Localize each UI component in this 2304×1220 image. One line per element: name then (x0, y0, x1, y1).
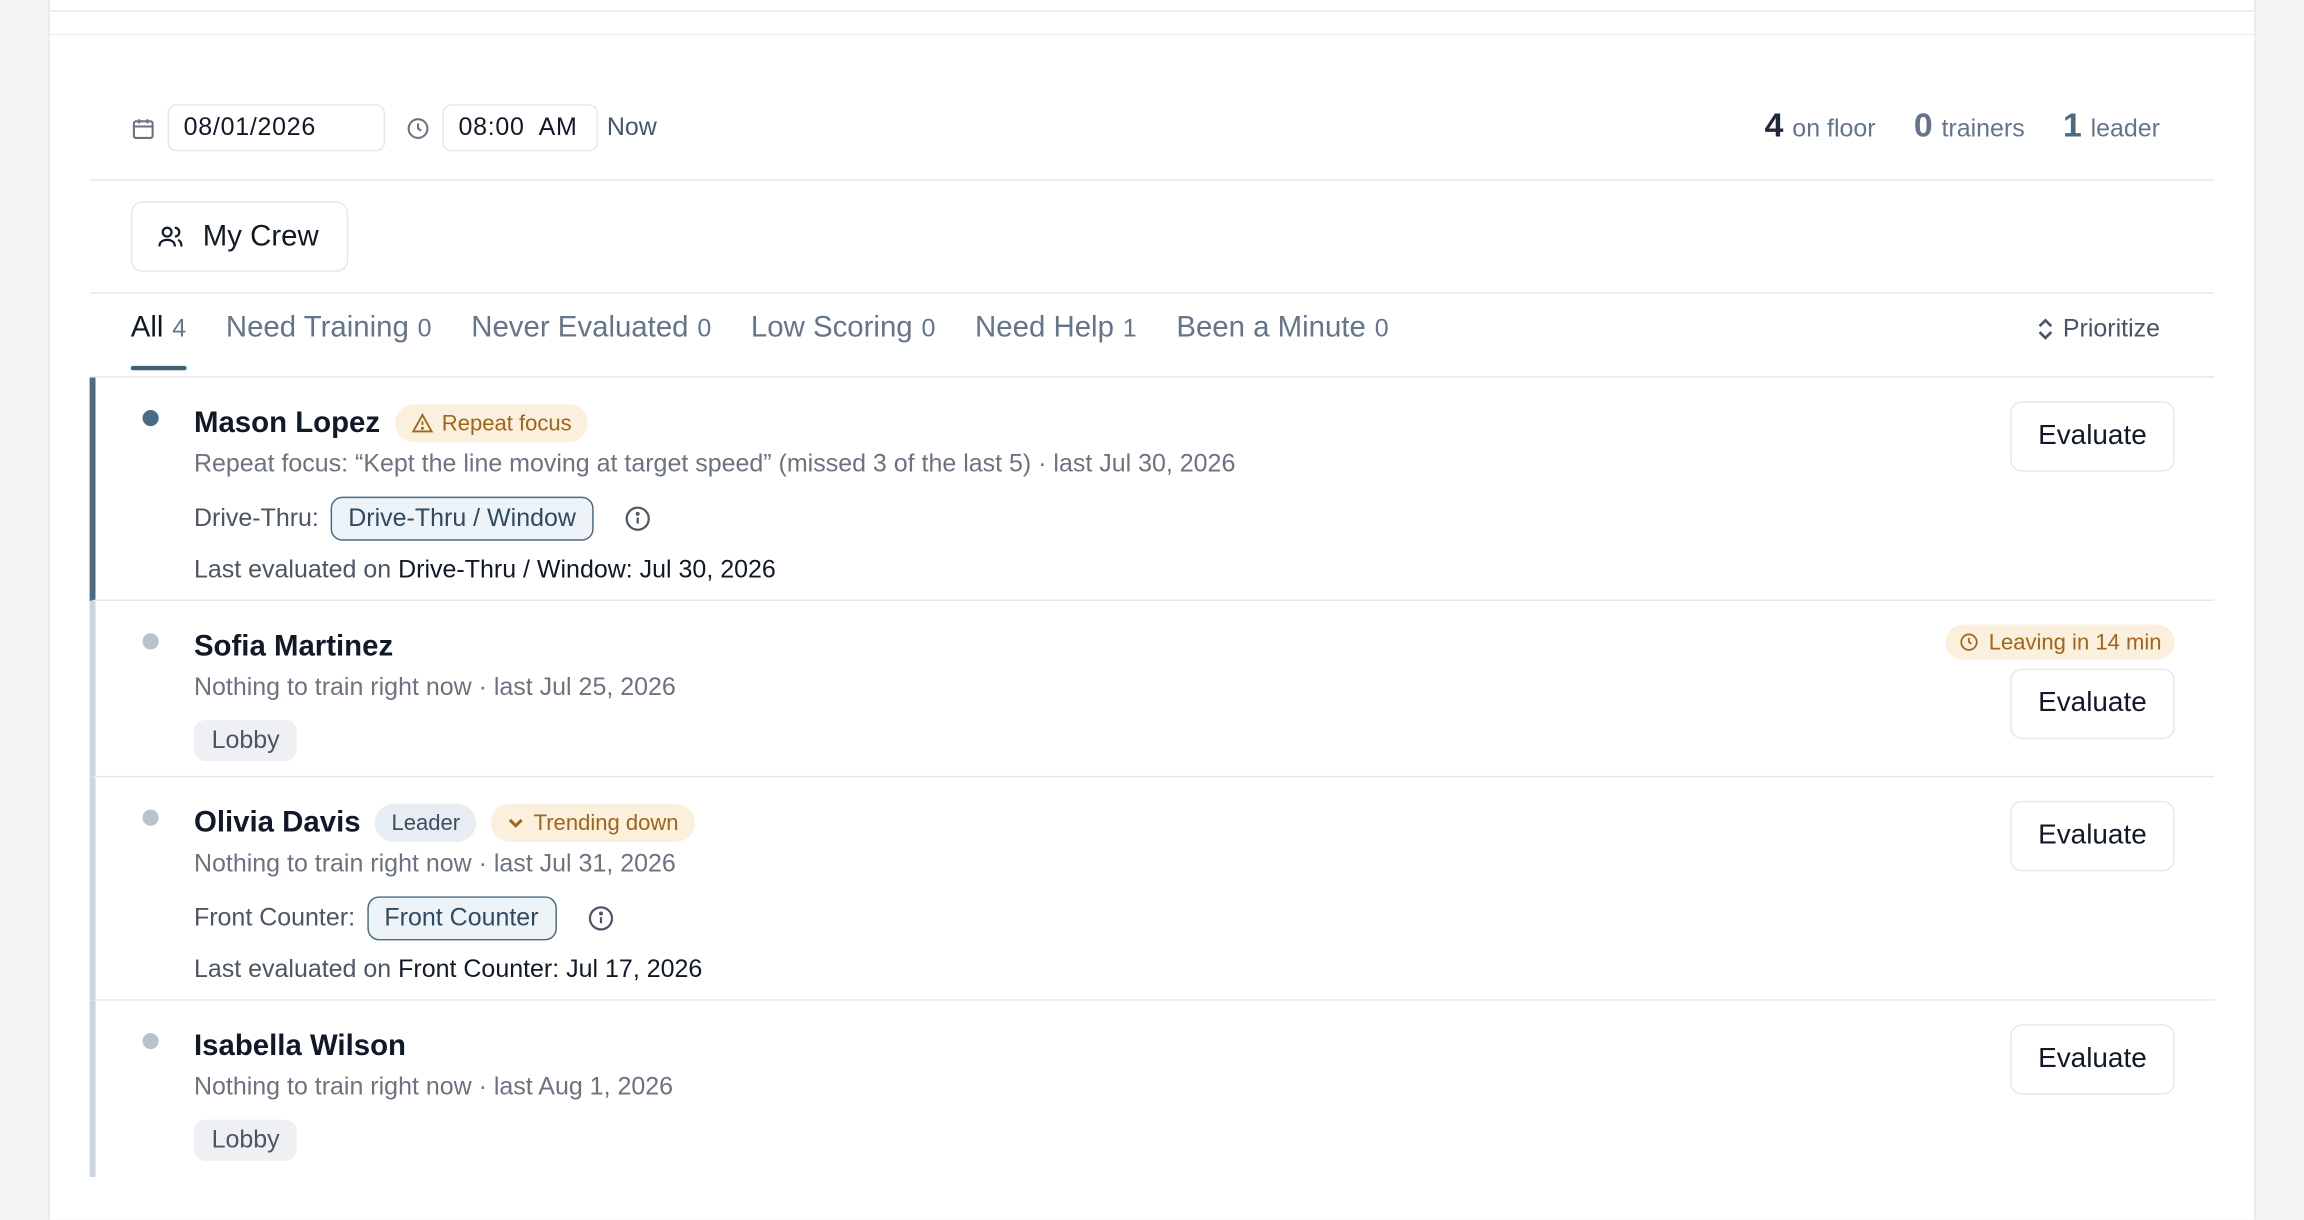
calendar-icon[interactable] (131, 115, 156, 140)
crew-name: Isabella Wilson (193, 1029, 407, 1062)
station-chip[interactable]: Front Counter (366, 896, 557, 941)
filter-tabs: All 4 Need Training 0 Never Evaluated 0 Low… (130, 312, 1389, 371)
trending-down-badge: Trending down (490, 803, 695, 842)
evaluate-button[interactable]: Evaluate (2010, 668, 2175, 740)
sort-icon (2036, 317, 2054, 341)
repeat-focus-badge: Repeat focus (394, 404, 588, 443)
status-dot (142, 409, 159, 427)
station-chip[interactable]: Drive-Thru / Window (330, 496, 594, 541)
info-icon[interactable] (586, 904, 615, 933)
last-evaluated: Last evaluated on Drive-Thru / Window: J… (193, 555, 776, 584)
tab-been-a-minute[interactable]: Been a Minute 0 (1176, 312, 1388, 369)
time-input[interactable]: 08:00 AM (442, 104, 599, 152)
crew-name: Olivia Davis (193, 805, 361, 839)
station-line: Front Counter: Front Counter (193, 896, 2214, 941)
stat-on-floor: 4 on floor (1764, 105, 1876, 145)
now-button[interactable]: Now (607, 113, 657, 142)
evaluate-button[interactable]: Evaluate (2010, 1024, 2175, 1095)
date-time-toolbar: 08/01/2026 08:00 AM Now (131, 101, 657, 154)
header-divider (49, 33, 2255, 36)
evaluate-button[interactable]: Evaluate (2010, 800, 2175, 872)
warning-icon (411, 413, 433, 434)
crew-card: 08/01/2026 08:00 AM Now 4 on floor 0 train… (48, 0, 2256, 1220)
status-dot (142, 809, 159, 826)
crew-summary: Nothing to train right now · last Jul 25… (193, 672, 676, 701)
crew-summary: Nothing to train right now · last Jul 31… (193, 849, 676, 878)
crew-row-isabella-wilson[interactable]: Isabella Wilson Nothing to train right n… (89, 1000, 2215, 1177)
info-icon[interactable] (623, 504, 652, 533)
floor-stats: 4 on floor 0 trainers 1 leader (1765, 106, 2160, 146)
tab-low-scoring[interactable]: Low Scoring 0 (751, 312, 935, 369)
top-border (49, 10, 2255, 12)
users-icon (157, 223, 183, 249)
date-input[interactable]: 08/01/2026 (167, 104, 385, 152)
station-line: Drive-Thru: Drive-Thru / Window (193, 496, 2214, 541)
status-dot (142, 633, 159, 650)
stat-trainers: 0 trainers (1913, 105, 2025, 145)
my-crew-button[interactable]: My Crew (130, 201, 349, 272)
crew-divider (89, 292, 2215, 294)
my-crew-label: My Crew (202, 219, 319, 253)
station-chip[interactable]: Lobby (193, 1119, 298, 1161)
clock-icon (1959, 632, 1980, 653)
tab-need-training[interactable]: Need Training 0 (226, 312, 432, 369)
evaluate-button[interactable]: Evaluate (2010, 401, 2175, 472)
prioritize-button[interactable]: Prioritize (2036, 314, 2160, 343)
stat-leader: 1 leader (2062, 105, 2161, 145)
crew-row-sofia-martinez[interactable]: Sofia Martinez Nothing to train right no… (89, 600, 2215, 778)
leaving-badge: Leaving in 14 min (1946, 624, 2175, 660)
clock-icon[interactable] (406, 115, 431, 140)
tab-all[interactable]: All 4 (130, 312, 186, 371)
last-evaluated: Last evaluated on Front Counter: Jul 17,… (193, 955, 703, 984)
chevron-down-icon (507, 816, 525, 831)
toolbar-divider (89, 179, 2215, 181)
tab-need-help[interactable]: Need Help 1 (975, 312, 1137, 369)
station-chip[interactable]: Lobby (193, 720, 298, 762)
crew-name: Sofia Martinez (193, 629, 394, 662)
leader-badge: Leader (375, 803, 477, 842)
crew-row-mason-lopez[interactable]: Mason Lopez Repeat focus Repeat focus: “… (89, 377, 2215, 601)
crew-name: Mason Lopez (193, 406, 381, 439)
crew-row-olivia-davis[interactable]: Olivia Davis Leader Trending down Nothin… (89, 777, 2215, 1001)
station-label: Front Counter: (193, 903, 356, 932)
tab-never-evaluated[interactable]: Never Evaluated 0 (471, 312, 711, 369)
crew-summary: Repeat focus: “Kept the line moving at t… (193, 449, 1236, 478)
station-label: Drive-Thru: (193, 504, 319, 532)
status-dot (142, 1032, 159, 1050)
crew-summary: Nothing to train right now · last Aug 1,… (193, 1072, 674, 1101)
